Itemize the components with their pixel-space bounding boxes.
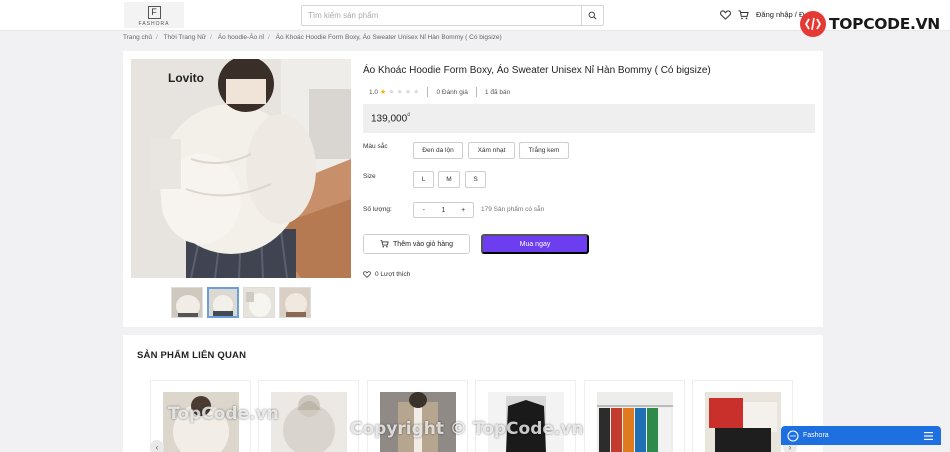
- price-value: 139,000: [371, 113, 408, 125]
- quantity-stepper: - 1 +: [413, 202, 474, 218]
- topcode-badge: [800, 11, 826, 37]
- image-brand-text: Lovito: [168, 71, 204, 85]
- size-option-m[interactable]: M: [438, 171, 460, 188]
- heart-icon: [363, 271, 371, 278]
- rating-value: 1.0: [369, 88, 379, 96]
- code-bracket-icon: [804, 17, 822, 31]
- color-label: Màu sắc: [363, 143, 388, 150]
- sold-count: 1 đã bán: [484, 88, 511, 96]
- quantity-increase-button[interactable]: +: [453, 207, 473, 214]
- thumbnail-2[interactable]: [207, 287, 239, 318]
- size-option-s[interactable]: S: [465, 171, 486, 188]
- search-icon: [588, 11, 597, 20]
- currency-symbol: ₫: [407, 113, 411, 119]
- color-option-black[interactable]: Đen da lộn: [413, 142, 463, 159]
- buy-now-button[interactable]: Mua ngay: [481, 234, 589, 254]
- like-button[interactable]: 0 Lượt thích: [363, 271, 410, 278]
- related-product-image: [705, 392, 781, 452]
- star-icon: ★: [413, 89, 420, 96]
- divider: [427, 87, 429, 97]
- like-count: 0 Lượt thích: [375, 271, 411, 278]
- divider: [475, 87, 477, 97]
- related-product-image: [597, 392, 673, 452]
- rating-row: 1.0 ★ ★ ★ ★ ★ 0 Đánh giá 1 đã bán: [369, 87, 510, 97]
- product-title: Áo Khoác Hoodie Form Boxy, Áo Sweater Un…: [363, 65, 711, 76]
- chat-widget[interactable]: Fashora: [781, 426, 941, 445]
- breadcrumb: Trang chủ / Thời Trang Nữ / Áo hoodie-Áo n…: [123, 34, 502, 41]
- wishlist-button[interactable]: [718, 8, 732, 22]
- menu-icon[interactable]: [924, 432, 933, 440]
- review-count[interactable]: 0 Đánh giá: [436, 89, 467, 96]
- thumbnail-4[interactable]: [279, 287, 311, 318]
- breadcrumb-item-home[interactable]: Trang chủ: [123, 34, 152, 41]
- topcode-text: TOPCODE.VN: [829, 15, 940, 33]
- stock-count: 179 Sản phẩm có sẵn: [481, 206, 545, 213]
- search-input[interactable]: [302, 6, 582, 25]
- watermark-left: TopCode.vn: [168, 404, 279, 424]
- search-bar: [301, 5, 604, 26]
- breadcrumb-item-current: Áo Khoác Hoodie Form Boxy, Áo Sweater Un…: [275, 34, 502, 41]
- star-icon: ★: [388, 89, 395, 96]
- add-to-cart-button[interactable]: Thêm vào giỏ hàng: [363, 234, 470, 254]
- logo-mark: F: [147, 6, 161, 19]
- carousel-prev-button[interactable]: ‹: [150, 440, 164, 452]
- size-label: Size: [363, 173, 376, 180]
- logo-text: FASHORA: [138, 21, 170, 27]
- related-product-card[interactable]: [584, 380, 685, 452]
- star-icon: ★: [404, 89, 412, 96]
- related-product-card[interactable]: [367, 380, 468, 452]
- topcode-logo: TOPCODE.VN: [800, 9, 940, 39]
- quantity-decrease-button[interactable]: -: [414, 207, 434, 214]
- cart-button[interactable]: [736, 8, 750, 22]
- chat-label: Fashora: [803, 432, 829, 439]
- cart-icon: [380, 240, 389, 248]
- color-option-light-gray[interactable]: Xám nhạt: [468, 142, 515, 159]
- product-price: 139,000₫: [371, 113, 410, 124]
- login-link[interactable]: Đăng nhập / Đ: [756, 10, 804, 19]
- related-product-image: [271, 392, 347, 452]
- star-icon: ★: [396, 89, 403, 96]
- thumbnail-1[interactable]: [171, 287, 203, 318]
- quantity-label: Số lượng:: [363, 206, 392, 213]
- breadcrumb-item-category[interactable]: Thời Trang Nữ: [164, 34, 207, 41]
- thumbnail-3[interactable]: [243, 287, 275, 318]
- star-icon: ★: [380, 89, 387, 96]
- related-products-title: SẢN PHẨM LIÊN QUAN: [137, 350, 247, 361]
- chat-bubble-icon: [787, 429, 799, 442]
- watermark-center: Copyright © TopCode.vn: [350, 419, 584, 439]
- search-button[interactable]: [581, 6, 603, 25]
- thumbnail-strip: [171, 287, 315, 318]
- size-option-l[interactable]: L: [413, 171, 434, 188]
- cart-icon: [738, 10, 749, 20]
- quantity-input[interactable]: 1: [434, 207, 454, 214]
- heart-icon: [719, 10, 731, 20]
- site-logo[interactable]: F FASHORA: [124, 2, 184, 28]
- breadcrumb-item-subcategory[interactable]: Áo hoodie-Áo nỉ: [218, 34, 264, 41]
- add-to-cart-label: Thêm vào giỏ hàng: [393, 240, 453, 248]
- color-option-cream[interactable]: Trắng kem: [519, 142, 569, 159]
- related-product-card[interactable]: [475, 380, 576, 452]
- product-main-image[interactable]: Lovito: [131, 59, 351, 278]
- price-box: 139,000₫: [363, 104, 815, 133]
- related-product-card[interactable]: [692, 380, 793, 452]
